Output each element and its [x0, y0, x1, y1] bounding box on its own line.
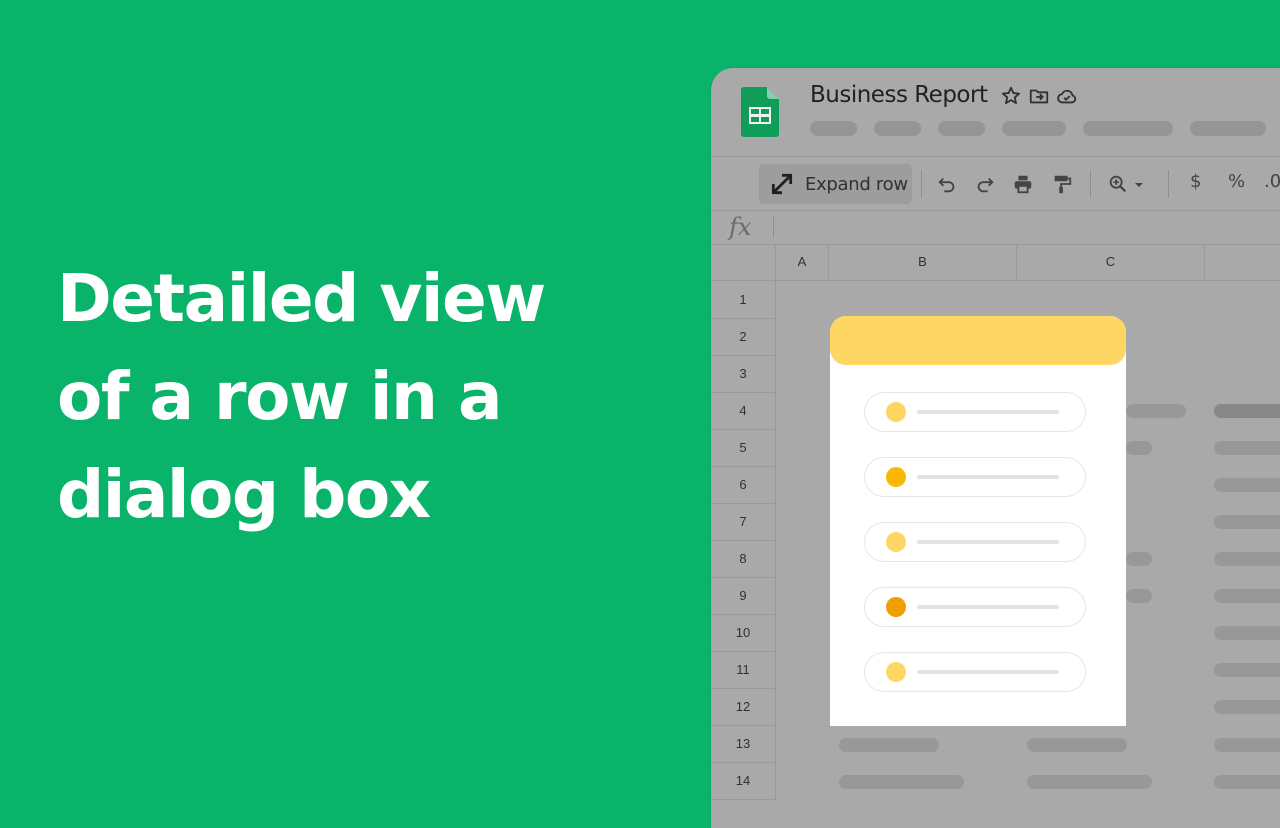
toolbar: Expand row $ % .0: [711, 156, 1280, 211]
menu-item[interactable]: [874, 121, 921, 136]
field-dot-icon: [886, 597, 906, 617]
title-icons: [1000, 85, 1078, 107]
sheets-logo-icon: [741, 87, 779, 137]
cell-placeholder: [1027, 738, 1127, 752]
row-header[interactable]: 8: [711, 540, 776, 578]
percent-format-button[interactable]: %: [1228, 171, 1245, 192]
cell-placeholder: [1126, 441, 1152, 455]
row-header[interactable]: 10: [711, 614, 776, 652]
row-header[interactable]: 1: [711, 281, 776, 319]
cell-placeholder: [1214, 441, 1280, 455]
dialog-field[interactable]: [864, 457, 1086, 497]
cell-placeholder: [839, 775, 964, 789]
currency-format-button[interactable]: $: [1190, 171, 1201, 192]
column-header-b[interactable]: B: [829, 244, 1017, 281]
field-value-placeholder: [917, 605, 1059, 609]
column-header-a[interactable]: A: [776, 244, 829, 281]
headline-line-1: Detailed view: [57, 260, 546, 337]
cell-placeholder: [1126, 404, 1186, 418]
field-dot-icon: [886, 662, 906, 682]
row-header[interactable]: 6: [711, 466, 776, 504]
toolbar-divider: [1168, 170, 1169, 198]
dialog-field[interactable]: [864, 587, 1086, 627]
cell-placeholder: [1214, 552, 1280, 566]
expand-row-label: Expand row: [805, 173, 908, 195]
row-header[interactable]: 3: [711, 355, 776, 393]
app-header: Business Report: [711, 68, 1280, 157]
column-header-c[interactable]: C: [1017, 244, 1205, 281]
cell-placeholder: [1214, 478, 1280, 492]
row-header[interactable]: 4: [711, 392, 776, 430]
cell-placeholder: [1027, 775, 1152, 789]
print-icon[interactable]: [1012, 173, 1034, 195]
column-header-d[interactable]: [1205, 244, 1280, 281]
expand-arrow-icon: [771, 173, 793, 195]
row-detail-dialog: [830, 316, 1126, 726]
field-dot-icon: [886, 532, 906, 552]
cell-placeholder: [1214, 775, 1280, 789]
menu-bar: [810, 121, 1280, 136]
decimal-format-button[interactable]: .0: [1264, 171, 1280, 192]
row-header[interactable]: 9: [711, 577, 776, 615]
field-value-placeholder: [917, 540, 1059, 544]
document-title[interactable]: Business Report: [810, 82, 988, 108]
field-value-placeholder: [917, 410, 1059, 414]
toolbar-divider: [921, 170, 922, 198]
cell-placeholder: [1214, 515, 1280, 529]
dialog-field[interactable]: [864, 652, 1086, 692]
move-to-folder-icon[interactable]: [1028, 85, 1050, 107]
row-header[interactable]: 13: [711, 725, 776, 763]
cell-placeholder: [1214, 663, 1280, 677]
cell-placeholder: [839, 738, 939, 752]
row-header[interactable]: 14: [711, 762, 776, 800]
cell-placeholder: [1126, 589, 1152, 603]
formula-bar: fx: [711, 210, 1280, 245]
menu-item[interactable]: [1002, 121, 1066, 136]
cell-placeholder: [1126, 552, 1152, 566]
field-value-placeholder: [917, 670, 1059, 674]
row-header[interactable]: 2: [711, 318, 776, 356]
field-dot-icon: [886, 402, 906, 422]
field-value-placeholder: [917, 475, 1059, 479]
toolbar-divider: [1090, 170, 1091, 198]
cell-placeholder: [1214, 626, 1280, 640]
formula-icon: fx: [729, 213, 752, 241]
expand-row-button[interactable]: Expand row: [759, 164, 912, 204]
cell-placeholder: [1214, 589, 1280, 603]
zoom-icon[interactable]: [1107, 173, 1129, 195]
cloud-saved-icon[interactable]: [1056, 85, 1078, 107]
select-all-corner[interactable]: [711, 244, 776, 281]
row-header[interactable]: 12: [711, 688, 776, 726]
dialog-field[interactable]: [864, 522, 1086, 562]
paint-format-icon[interactable]: [1051, 173, 1073, 195]
cell-placeholder: [1214, 700, 1280, 714]
dialog-header: [830, 316, 1126, 365]
redo-icon[interactable]: [974, 173, 996, 195]
headline-line-3: dialog box: [57, 456, 431, 533]
dialog-field[interactable]: [864, 392, 1086, 432]
chevron-down-icon[interactable]: [1132, 173, 1146, 195]
menu-item[interactable]: [938, 121, 985, 136]
formula-divider: [773, 216, 774, 238]
cell-placeholder: [1214, 738, 1280, 752]
row-header[interactable]: 7: [711, 503, 776, 541]
menu-item[interactable]: [810, 121, 857, 136]
cell-placeholder: [1214, 404, 1280, 418]
row-header[interactable]: 11: [711, 651, 776, 689]
headline-line-2: of a row in a: [57, 358, 503, 435]
menu-item[interactable]: [1083, 121, 1173, 136]
row-header[interactable]: 5: [711, 429, 776, 467]
menu-item[interactable]: [1190, 121, 1266, 136]
undo-icon[interactable]: [936, 173, 958, 195]
star-icon[interactable]: [1000, 85, 1022, 107]
field-dot-icon: [886, 467, 906, 487]
headline: Detailed view of a row in a dialog box: [57, 250, 617, 544]
